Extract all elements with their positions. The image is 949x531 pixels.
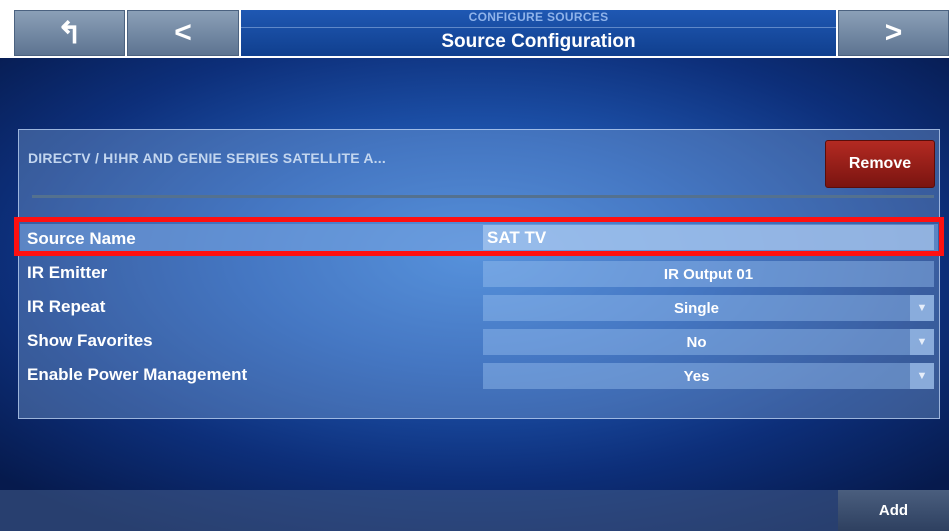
device-name: DIRECTV / H!HR AND GENIE SERIES SATELLIT… [28,150,386,166]
up-button[interactable]: ↰ [14,10,125,56]
ir-repeat-dropdown[interactable]: Single ▼ [483,295,934,321]
back-chevron-icon: < [174,16,192,49]
show-favorites-value: No [686,333,707,351]
add-button[interactable]: Add [838,490,949,531]
back-button[interactable]: < [127,10,239,56]
remove-button[interactable]: Remove [825,140,935,188]
power-management-label: Enable Power Management [27,365,248,384]
chevron-down-icon[interactable]: ▼ [910,363,934,389]
ir-repeat-label: IR Repeat [27,297,106,316]
bottom-bar [0,490,949,531]
up-arrow-icon: ↰ [56,16,83,50]
ir-emitter-field[interactable]: IR Output 01 [483,261,934,287]
title-divider [241,27,836,28]
next-chevron-icon: > [884,16,903,49]
ir-repeat-value: Single [673,299,719,317]
chevron-down-icon[interactable]: ▼ [910,329,934,355]
show-favorites-dropdown[interactable]: No ▼ [483,329,934,355]
panel-divider [32,195,934,198]
highlight-box [14,217,944,256]
next-button[interactable]: > [838,10,949,56]
page-subtitle: CONFIGURE SOURCES [468,10,609,24]
page-title: Source Configuration [441,31,636,52]
power-management-dropdown[interactable]: Yes ▼ [483,363,934,389]
show-favorites-label: Show Favorites [27,331,153,350]
power-management-value: Yes [683,367,710,385]
chevron-down-icon[interactable]: ▼ [910,295,934,321]
ir-emitter-label: IR Emitter [27,263,108,282]
title-area: CONFIGURE SOURCES Source Configuration [241,10,836,56]
